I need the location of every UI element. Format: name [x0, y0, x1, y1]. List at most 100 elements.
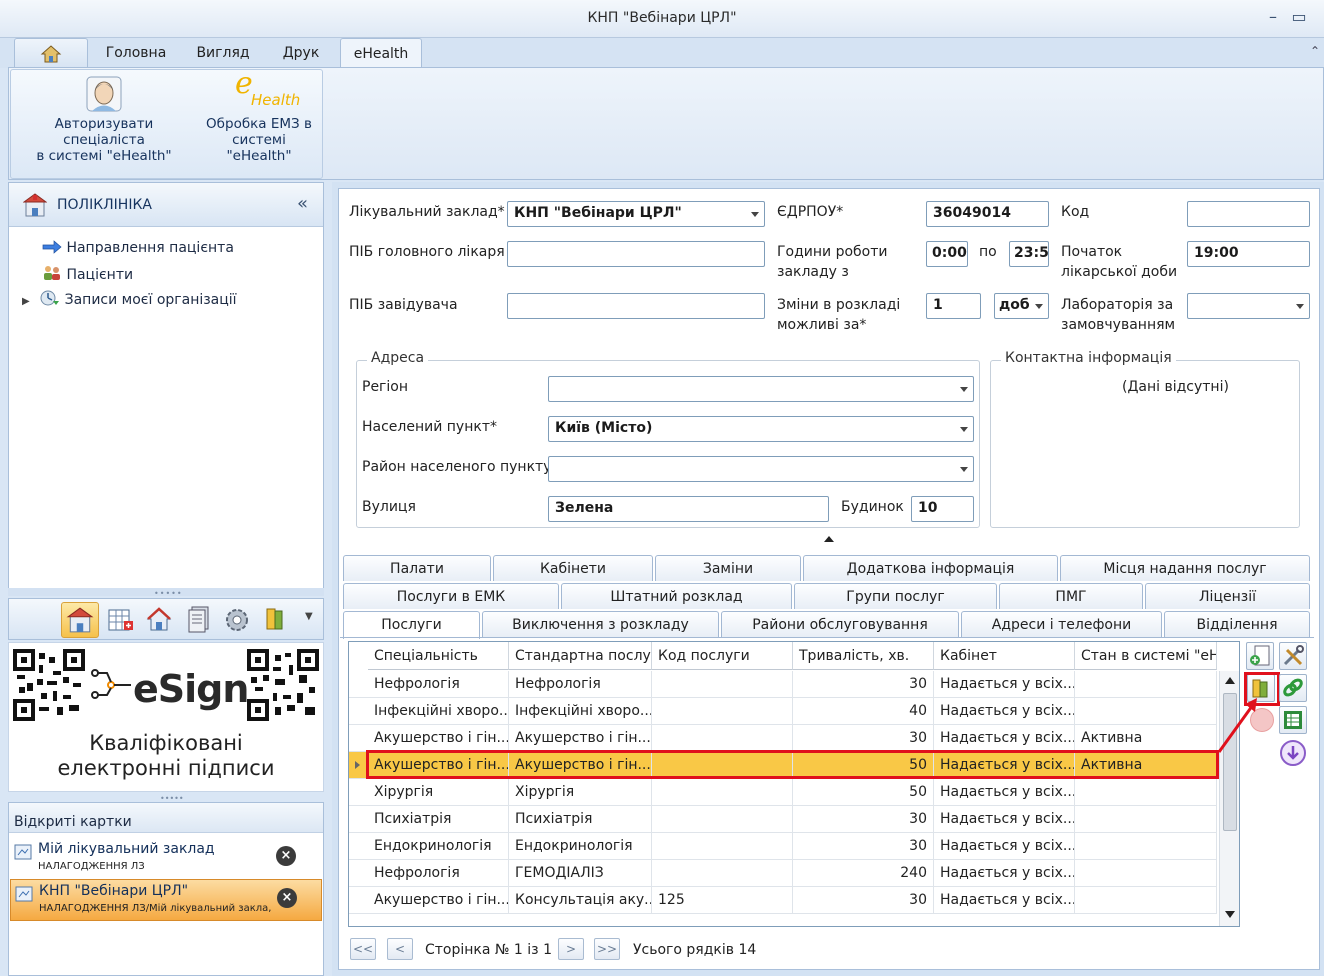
facility-select[interactable]: КНП "Вебінари ЦРЛ" [507, 201, 765, 227]
column-header-standard-service[interactable]: Стандартна послуга [509, 642, 652, 670]
hours-to-field[interactable]: 23:5 [1009, 241, 1049, 267]
schedule-icon[interactable] [107, 607, 135, 633]
tab-print[interactable]: Друк [268, 38, 334, 68]
scroll-up-icon[interactable] [1225, 677, 1235, 684]
day-start-field[interactable]: 19:00 [1187, 241, 1310, 267]
table-row[interactable]: Нефрологія Нефрологія 30 Надається у всіх..… [349, 671, 1217, 698]
tab-main[interactable]: Головна [94, 38, 178, 68]
hours-from-field[interactable]: 0:00 [926, 241, 968, 267]
house-field[interactable]: 10 [911, 496, 974, 522]
tab-view[interactable]: Вигляд [184, 38, 262, 68]
table-row[interactable]: Інфекційні хворо... Інфекційні хворо... 40… [349, 698, 1217, 725]
selected-row-highlight [366, 750, 1219, 779]
first-page-button[interactable]: << [350, 938, 376, 960]
table-row[interactable]: Акушерство і гін... Консультація аку... 12… [349, 887, 1217, 914]
settings-icon[interactable] [223, 606, 251, 634]
add-service-button[interactable] [1246, 642, 1274, 670]
prev-page-button[interactable]: < [387, 938, 413, 960]
nav-item-organization-records[interactable]: ▶ Записи моєї організації [22, 290, 237, 308]
collapse-ribbon-icon[interactable]: ⌃ [1310, 44, 1320, 58]
process-emz-button[interactable]: e Health Обробка ЕМЗ в системі "eHealth" [198, 69, 320, 165]
esign-circuit-icon [91, 669, 131, 699]
code-field[interactable] [1187, 201, 1310, 227]
tab-wards[interactable]: Палати [343, 555, 491, 581]
next-page-button[interactable]: > [558, 938, 584, 960]
district-select[interactable] [548, 456, 974, 482]
column-header-specialty[interactable]: Спеціальність [368, 642, 509, 670]
tab-addresses-phones[interactable]: Адреси і телефони [961, 611, 1162, 637]
edit-tools-button[interactable] [1279, 642, 1307, 670]
tab-ehealth[interactable]: eHealth [340, 38, 422, 68]
download-icon[interactable] [1280, 740, 1306, 766]
collapse-section-icon[interactable] [824, 536, 834, 542]
open-card-subtitle: НАЛАГОДЖЕННЯ ЛЗ/Мій лікувальний закла, [39, 903, 272, 914]
minimize-icon[interactable]: – [1260, 6, 1286, 30]
tab-staff-schedule[interactable]: Штатний розклад [561, 583, 792, 609]
link-button[interactable] [1279, 674, 1307, 702]
table-row[interactable]: Ендокринологія Ендокринологія 30 Надається … [349, 833, 1217, 860]
open-cards-title: Відкриті картки [14, 814, 132, 830]
table-row[interactable]: Хірургія Хірургія 50 Надається у всіх... [349, 779, 1217, 806]
tab-pmg[interactable]: ПМГ [999, 583, 1143, 609]
nav-item-label: Записи моєї організації [64, 292, 237, 308]
more-modules-icon[interactable]: ▼ [305, 611, 313, 622]
last-page-button[interactable]: >> [594, 938, 620, 960]
tab-emk-services[interactable]: Послуги в ЕМК [343, 583, 559, 609]
changes-label: Зміни в розкладі можливі за* [777, 295, 900, 335]
changes-unit-select[interactable]: доб [994, 293, 1049, 319]
table-row[interactable]: Психіатрія Психіатрія 30 Надається у всіх..… [349, 806, 1217, 833]
column-header-ehealth-status[interactable]: Стан в системі "eHealth" [1075, 642, 1217, 670]
expand-icon[interactable]: ▶ [22, 296, 30, 307]
panel-splitter[interactable]: ••••• [8, 588, 324, 598]
module-switcher: ▼ [8, 598, 324, 640]
code-label: Код [1061, 204, 1090, 220]
export-button[interactable] [1279, 706, 1307, 734]
chief-doctor-field[interactable] [507, 241, 765, 267]
tab-home[interactable] [14, 38, 88, 68]
open-card-webinar-hospital[interactable]: КНП "Вебінари ЦРЛ" НАЛАГОДЖЕННЯ ЛЗ/Мій л… [10, 879, 322, 921]
nav-item-referral[interactable]: Направлення пацієнта [42, 240, 234, 256]
tab-service-areas[interactable]: Райони обслуговування [721, 611, 959, 637]
module-clinic-button[interactable] [61, 602, 99, 638]
tab-replacements[interactable]: Заміни [655, 555, 801, 581]
documents-icon[interactable] [185, 605, 213, 635]
house-icon[interactable] [145, 605, 173, 633]
street-field[interactable]: Зелена [548, 496, 829, 522]
maximize-icon[interactable]: ▭ [1286, 6, 1312, 30]
table-cell: Надається у всіх... [934, 698, 1075, 725]
tab-schedule-exclusions[interactable]: Виключення з розкладу [482, 611, 719, 637]
authorize-specialist-button[interactable]: Авторизувати спеціаліста в системі "eHea… [14, 76, 194, 164]
collapse-panel-icon[interactable]: « [297, 193, 308, 214]
table-cell: 240 [793, 860, 934, 887]
tab-cabinets[interactable]: Кабінети [493, 555, 653, 581]
close-card-icon[interactable]: × [277, 888, 297, 908]
chevron-down-icon [1296, 304, 1304, 309]
tab-services[interactable]: Послуги [343, 611, 480, 639]
region-select[interactable] [548, 376, 974, 402]
close-card-icon[interactable]: × [276, 846, 296, 866]
tab-licenses[interactable]: Ліцензії [1145, 583, 1310, 609]
column-header-cabinet[interactable]: Кабінет [934, 642, 1075, 670]
facility-label: Лікувальний заклад* [349, 204, 505, 220]
lab-select[interactable] [1187, 293, 1310, 319]
tab-service-places[interactable]: Місця надання послуг [1060, 555, 1310, 581]
column-header-service-code[interactable]: Код послуги [652, 642, 793, 670]
city-select[interactable]: Київ (Місто) [548, 416, 974, 442]
books-icon[interactable] [263, 605, 287, 633]
scroll-down-icon[interactable] [1225, 911, 1235, 918]
page-indicator: Сторінка № 1 із 1 [425, 942, 552, 958]
edrpou-field[interactable]: 36049014 [926, 201, 1049, 227]
tab-service-groups[interactable]: Групи послуг [794, 583, 997, 609]
changes-field[interactable]: 1 [926, 293, 981, 319]
table-cell: Нефрологія [368, 860, 509, 887]
esign-banner[interactable]: eSign Кваліфіковані електронні підписи [8, 642, 324, 792]
nav-item-patients[interactable]: Пацієнти [42, 265, 133, 283]
tab-additional-info[interactable]: Додаткова інформація [803, 555, 1058, 581]
department-head-field[interactable] [507, 293, 765, 319]
column-header-duration[interactable]: Тривалість, хв. [793, 642, 934, 670]
tab-departments[interactable]: Відділення [1164, 611, 1310, 637]
clinic-icon [66, 607, 94, 633]
open-card-my-facility[interactable]: Мій лікувальний заклад НАЛАГОДЖЕННЯ ЛЗ × [10, 838, 322, 880]
table-row[interactable]: Акушерство і гін... Акушерство і гін... 30… [349, 725, 1217, 752]
table-row[interactable]: Нефрологія ГЕМОДІАЛІЗ 240 Надається у всіх.… [349, 860, 1217, 887]
